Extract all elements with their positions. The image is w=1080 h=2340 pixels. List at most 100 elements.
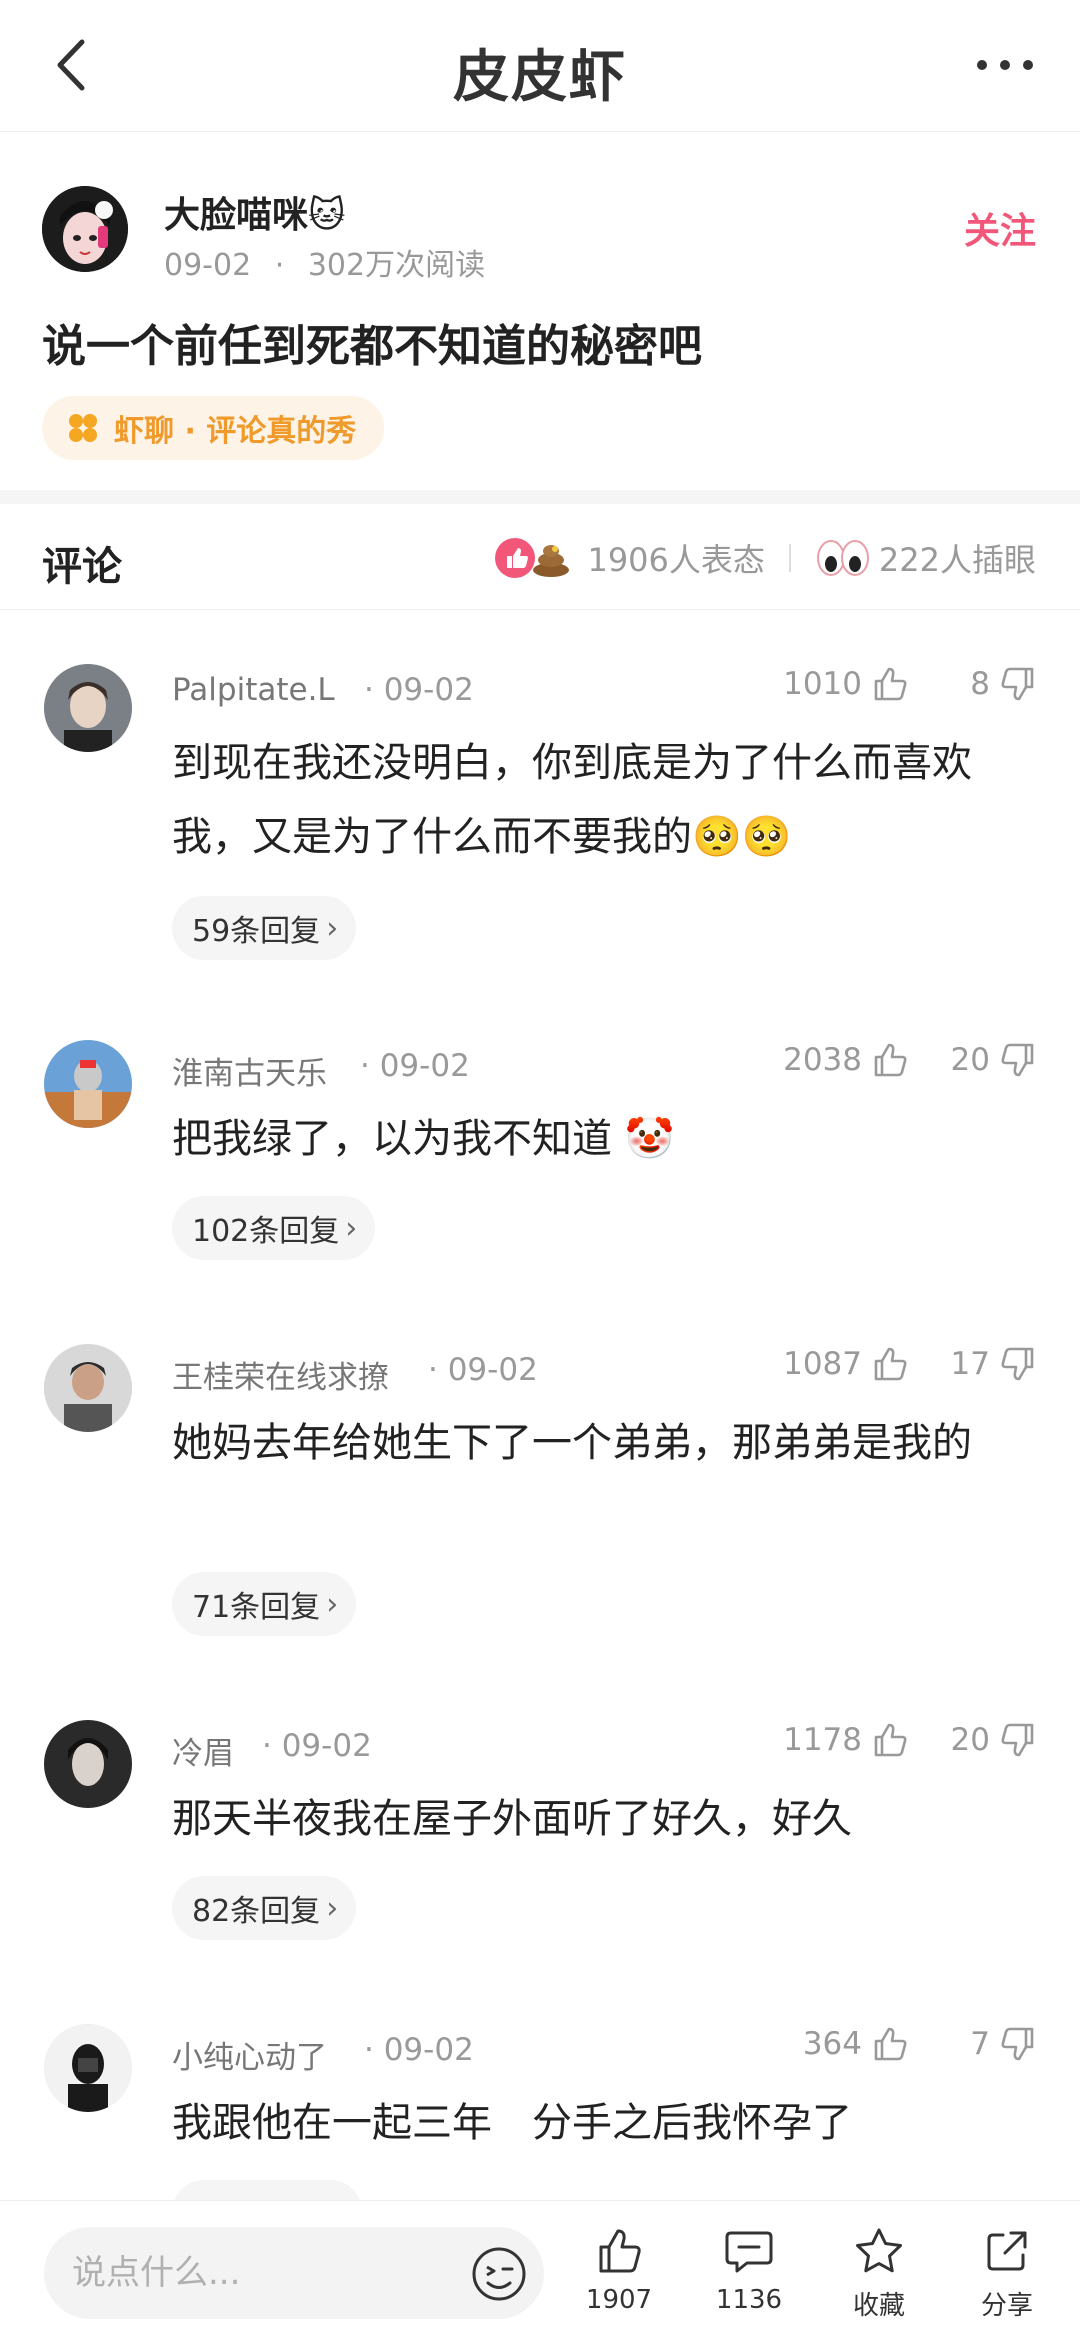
view-replies-button[interactable]: 82条回复 › bbox=[172, 1876, 357, 1940]
comment-text: 她妈去年给她生下了一个弟弟，那弟弟是我的 bbox=[172, 1420, 972, 1466]
favorite-button[interactable]: 收藏 bbox=[824, 2225, 934, 2335]
dislike-button[interactable]: 7 bbox=[970, 2024, 1038, 2064]
like-count: 2038 bbox=[783, 1042, 862, 1078]
top-nav-bar: 皮皮虾 bbox=[0, 0, 1080, 132]
thumbs-up-icon bbox=[874, 1723, 907, 1757]
thumbs-up-icon bbox=[874, 667, 907, 701]
dislike-count: 8 bbox=[970, 666, 990, 702]
commenter-avatar[interactable] bbox=[44, 2024, 132, 2112]
like-count: 1010 bbox=[783, 666, 862, 702]
section-divider bbox=[0, 490, 1080, 504]
emoji-icon[interactable] bbox=[470, 2245, 528, 2303]
share-button[interactable]: 分享 bbox=[952, 2225, 1062, 2335]
commenter-avatar[interactable] bbox=[44, 1720, 132, 1808]
bottom-action-bar: 1907 1136 收藏 分享 bbox=[0, 2200, 1080, 2340]
app-title: 皮皮虾 bbox=[453, 45, 627, 110]
like-count: 364 bbox=[802, 2026, 862, 2062]
thumbs-up-icon bbox=[874, 1043, 907, 1077]
chevron-right-icon: › bbox=[345, 1210, 358, 1246]
comment-post-count: 1136 bbox=[715, 2285, 783, 2315]
dislike-button[interactable]: 8 bbox=[970, 664, 1038, 704]
follow-button[interactable]: 关注 bbox=[964, 202, 1036, 254]
view-replies-button[interactable]: 71条回复 › bbox=[172, 1572, 357, 1636]
dislike-count: 20 bbox=[950, 1042, 990, 1078]
comment-text: 我跟他在一起三年 分手之后我怀孕了 bbox=[172, 2100, 852, 2146]
comment-date: · 09-02 bbox=[262, 1728, 372, 1764]
like-button[interactable]: 364 bbox=[803, 2024, 910, 2064]
comments-header: 评论 1906人表态 222人插眼 bbox=[0, 504, 1080, 610]
dislike-button[interactable]: 17 bbox=[951, 1344, 1038, 1384]
author-avatar[interactable] bbox=[42, 186, 128, 272]
topic-label: 虾聊 · 评论真的秀 bbox=[114, 414, 357, 449]
more-options-icon[interactable] bbox=[970, 40, 1040, 90]
favorite-label: 收藏 bbox=[852, 2291, 905, 2321]
poop-emoji-icon bbox=[533, 545, 570, 577]
like-post-button[interactable]: 1907 bbox=[564, 2225, 674, 2335]
share-icon bbox=[987, 2231, 1027, 2271]
topic-flower-icon bbox=[69, 414, 97, 442]
dislike-count: 17 bbox=[950, 1346, 990, 1382]
reactions-count: 1906人表态 bbox=[587, 541, 765, 579]
chevron-right-icon: › bbox=[326, 1586, 339, 1622]
comment-bubble-icon bbox=[725, 2231, 773, 2273]
commenter-avatar[interactable] bbox=[44, 1040, 132, 1128]
meta-separator: · bbox=[274, 248, 285, 283]
author-name[interactable]: 大脸喵咪🐱 bbox=[164, 186, 346, 238]
chevron-right-icon: › bbox=[326, 1890, 339, 1926]
comment-date: · 09-02 bbox=[360, 1048, 470, 1084]
commenter-name[interactable]: 淮南古天乐 bbox=[172, 1048, 327, 1093]
commenter-name[interactable]: 王桂荣在线求撩 bbox=[172, 1352, 389, 1397]
thumbs-up-icon bbox=[874, 1347, 907, 1381]
like-count: 1087 bbox=[783, 1346, 862, 1382]
comment-text: 把我绿了，以为我不知道 🤡 bbox=[172, 1116, 675, 1162]
comment-date: · 09-02 bbox=[364, 2032, 474, 2068]
reactions-summary[interactable]: 1906人表态 222人插眼 bbox=[493, 532, 1036, 584]
thumbs-down-icon bbox=[1001, 1347, 1034, 1381]
view-replies-button[interactable]: 59条回复 › bbox=[172, 896, 357, 960]
like-button[interactable]: 1178 bbox=[783, 1720, 910, 1760]
share-label: 分享 bbox=[980, 2291, 1033, 2321]
like-button[interactable]: 1087 bbox=[783, 1344, 910, 1384]
comments-title: 评论 bbox=[42, 544, 122, 590]
thumbs-down-icon bbox=[1001, 1723, 1034, 1757]
comment-text: 到现在我还没明白，你到底是为了什么而喜欢我，又是为了什么而不要我的🥺🥺 bbox=[172, 740, 972, 860]
view-replies-button[interactable]: 102条回复 › bbox=[172, 1196, 376, 1260]
commenter-avatar[interactable] bbox=[44, 664, 132, 752]
commenter-name[interactable]: 小纯心动了 bbox=[172, 2032, 327, 2077]
comment-text: 那天半夜我在屋子外面听了好久，好久 bbox=[172, 1796, 852, 1842]
comment-item: 冷眉 · 09-02 1178 20 那天半夜我在屋子外面听了好久，好久 82条… bbox=[0, 1720, 1080, 1960]
like-button[interactable]: 2038 bbox=[783, 1040, 910, 1080]
like-button[interactable]: 1010 bbox=[783, 664, 910, 704]
replies-count: 82条回复 bbox=[192, 1894, 321, 1929]
replies-count: 102条回复 bbox=[192, 1214, 340, 1249]
comment-input-box[interactable] bbox=[44, 2227, 544, 2319]
eyes-count: 222人插眼 bbox=[878, 541, 1036, 579]
dislike-count: 20 bbox=[950, 1722, 990, 1758]
comment-date: · 09-02 bbox=[364, 672, 474, 708]
thumbs-down-icon bbox=[1001, 2027, 1034, 2061]
comment-date: · 09-02 bbox=[428, 1352, 538, 1388]
chevron-right-icon: › bbox=[326, 910, 339, 946]
view-replies-button[interactable] bbox=[172, 2180, 362, 2200]
thumbs-down-icon bbox=[1001, 1043, 1034, 1077]
post-views: 302万次阅读 bbox=[307, 248, 486, 283]
topic-tag[interactable]: 虾聊 · 评论真的秀 bbox=[42, 396, 385, 460]
post-section: 大脸喵咪🐱 09-02 · 302万次阅读 关注 说一个前任到死都不知道的秘密吧… bbox=[0, 132, 1080, 492]
comment-item: Palpitate.L · 09-02 1010 8 到现在我还没明白，你到底是… bbox=[0, 664, 1080, 964]
comment-post-button[interactable]: 1136 bbox=[694, 2225, 804, 2335]
comment-input[interactable] bbox=[72, 2245, 472, 2301]
commenter-name[interactable]: 冷眉 bbox=[172, 1728, 234, 1773]
dislike-button[interactable]: 20 bbox=[951, 1040, 1038, 1080]
dislike-button[interactable]: 20 bbox=[951, 1720, 1038, 1760]
commenter-name[interactable]: Palpitate.L bbox=[172, 672, 335, 708]
thumbs-down-icon bbox=[1001, 667, 1034, 701]
post-meta: 09-02 · 302万次阅读 bbox=[164, 240, 485, 284]
commenter-avatar[interactable] bbox=[44, 1344, 132, 1432]
comment-item: 小纯心动了 · 09-02 364 7 我跟他在一起三年 分手之后我怀孕了 bbox=[0, 2024, 1080, 2200]
comment-item: 淮南古天乐 · 09-02 2038 20 把我绿了，以为我不知道 🤡 102条… bbox=[0, 1040, 1080, 1280]
reactions-separator bbox=[788, 544, 791, 572]
thumbs-up-icon bbox=[599, 2229, 641, 2273]
post-date: 09-02 bbox=[164, 248, 252, 283]
star-icon bbox=[856, 2228, 902, 2273]
replies-count: 59条回复 bbox=[192, 914, 321, 949]
